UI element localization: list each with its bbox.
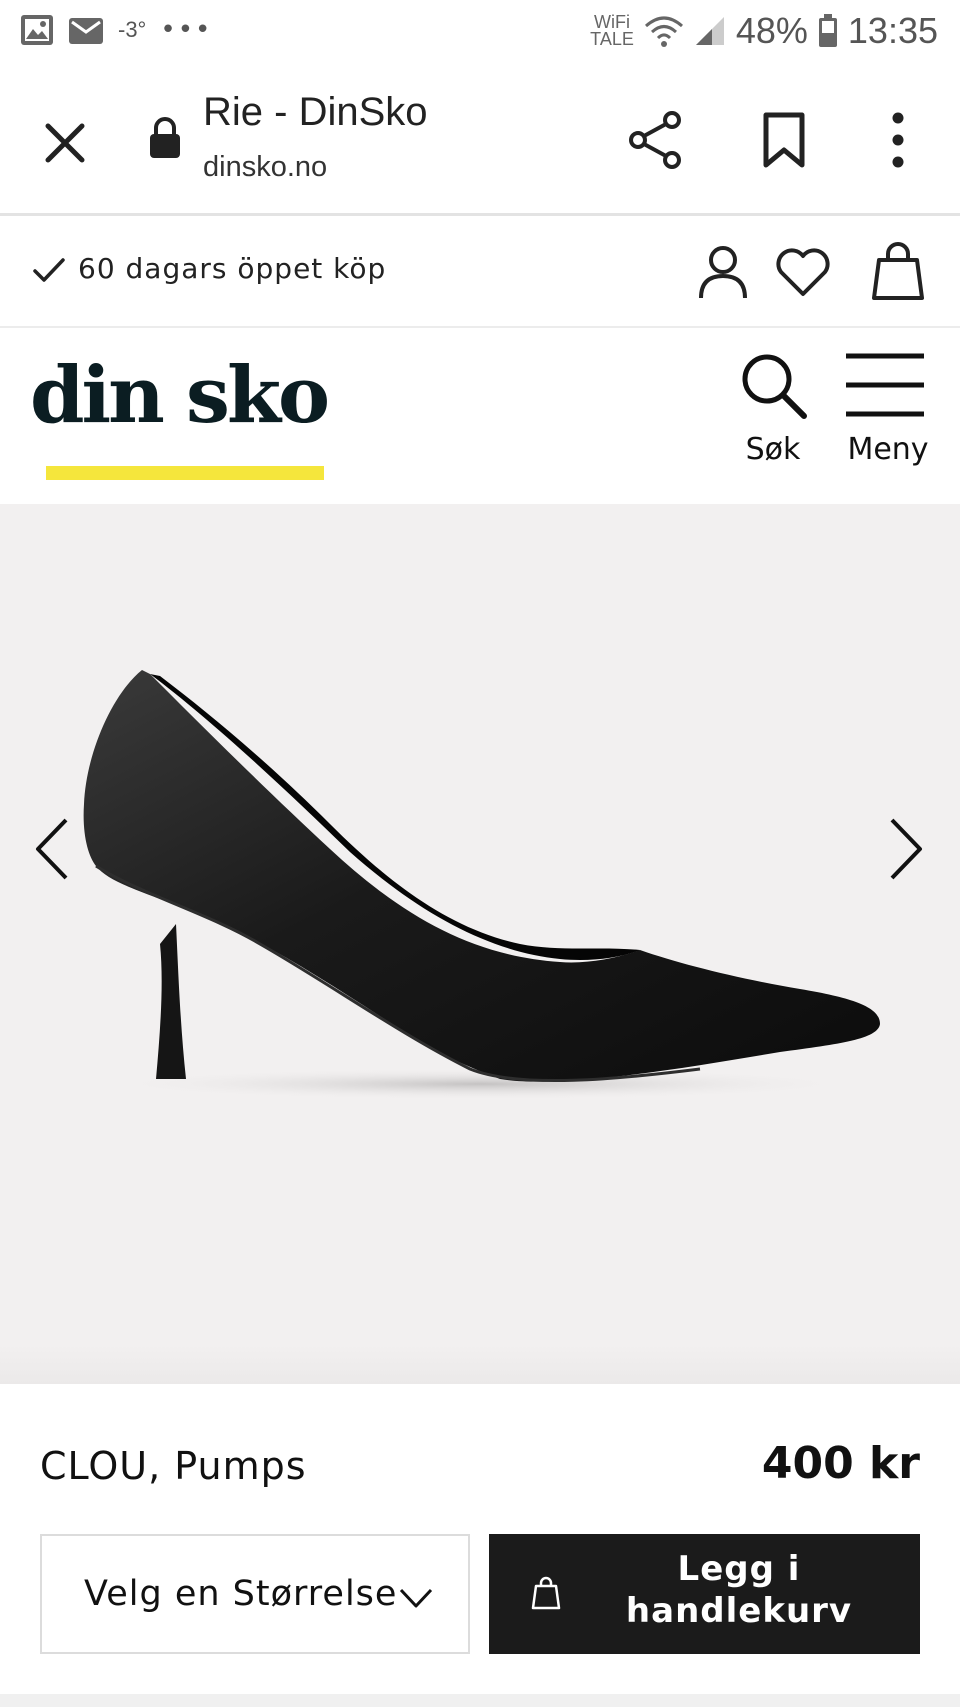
promo-text: 60 dagars öppet köp: [78, 252, 387, 285]
status-bar-right: WiFi TALE 48% 13:35: [590, 10, 938, 52]
site-header: din sko Søk Meny: [0, 328, 960, 504]
size-select[interactable]: Velg en Størrelse: [40, 1534, 470, 1654]
browser-toolbar: Rie - DinSko dinsko.no: [0, 68, 960, 216]
site-logo[interactable]: din sko: [30, 350, 330, 441]
more-notifications: •••: [160, 15, 213, 45]
product-price: 400 kr: [761, 1438, 920, 1489]
add-to-cart-label: Legg i handlekurv: [599, 1548, 879, 1632]
bag-icon[interactable]: [870, 240, 926, 302]
more-vert-icon[interactable]: [888, 112, 908, 168]
search-button[interactable]: Søk: [728, 350, 818, 478]
product-name: CLOU, Pumps: [40, 1444, 307, 1488]
page-title: Rie - DinSko: [203, 90, 428, 134]
share-icon[interactable]: [628, 110, 684, 170]
gallery-fade: [0, 1344, 960, 1384]
search-icon: [742, 354, 807, 419]
status-bar-left: -3° •••: [20, 14, 212, 46]
search-label: Søk: [745, 432, 801, 467]
add-to-cart-button[interactable]: Legg i handlekurv: [489, 1534, 920, 1654]
product-gallery[interactable]: [0, 504, 960, 1384]
bookmark-icon[interactable]: [762, 112, 806, 168]
tale-label: TALE: [590, 29, 634, 49]
product-image[interactable]: [0, 504, 960, 1384]
promo-bar: 60 dagars öppet köp: [0, 216, 960, 328]
chevron-right-icon[interactable]: [880, 814, 930, 884]
signal-icon: [695, 17, 724, 45]
account-icon[interactable]: [698, 244, 748, 300]
product-info: CLOU, Pumps 400 kr Velg en Størrelse Leg…: [0, 1384, 960, 1707]
hamburger-icon: [846, 353, 924, 417]
lock-icon: [150, 117, 180, 158]
bottom-strip: [0, 1694, 960, 1707]
email-icon: [69, 18, 103, 44]
status-bar: -3° ••• WiFi TALE 48% 13:35: [0, 0, 960, 68]
chevron-left-icon[interactable]: [28, 814, 78, 884]
check-icon: [33, 258, 65, 282]
close-icon[interactable]: [40, 118, 90, 168]
heart-icon[interactable]: [774, 246, 832, 298]
size-select-label: Velg en Størrelse: [84, 1574, 398, 1614]
add-to-cart-line1: Legg i: [677, 1549, 801, 1589]
temperature: -3°: [118, 17, 147, 42]
battery-percent: 48%: [735, 10, 808, 51]
add-to-cart-line2: handlekurv: [625, 1591, 853, 1631]
chevron-down-icon: [399, 1588, 433, 1608]
wifi-icon: [644, 16, 683, 47]
bag-icon: [531, 1576, 561, 1610]
battery-icon: [818, 14, 837, 47]
menu-label: Meny: [847, 432, 929, 467]
clock: 13:35: [847, 10, 938, 51]
page-url[interactable]: dinsko.no: [203, 151, 327, 184]
logo-underline: [46, 466, 324, 480]
wifi-calling-label: WiFi TALE: [590, 13, 634, 49]
menu-button[interactable]: Meny: [836, 350, 946, 478]
gallery-icon: [21, 15, 53, 45]
